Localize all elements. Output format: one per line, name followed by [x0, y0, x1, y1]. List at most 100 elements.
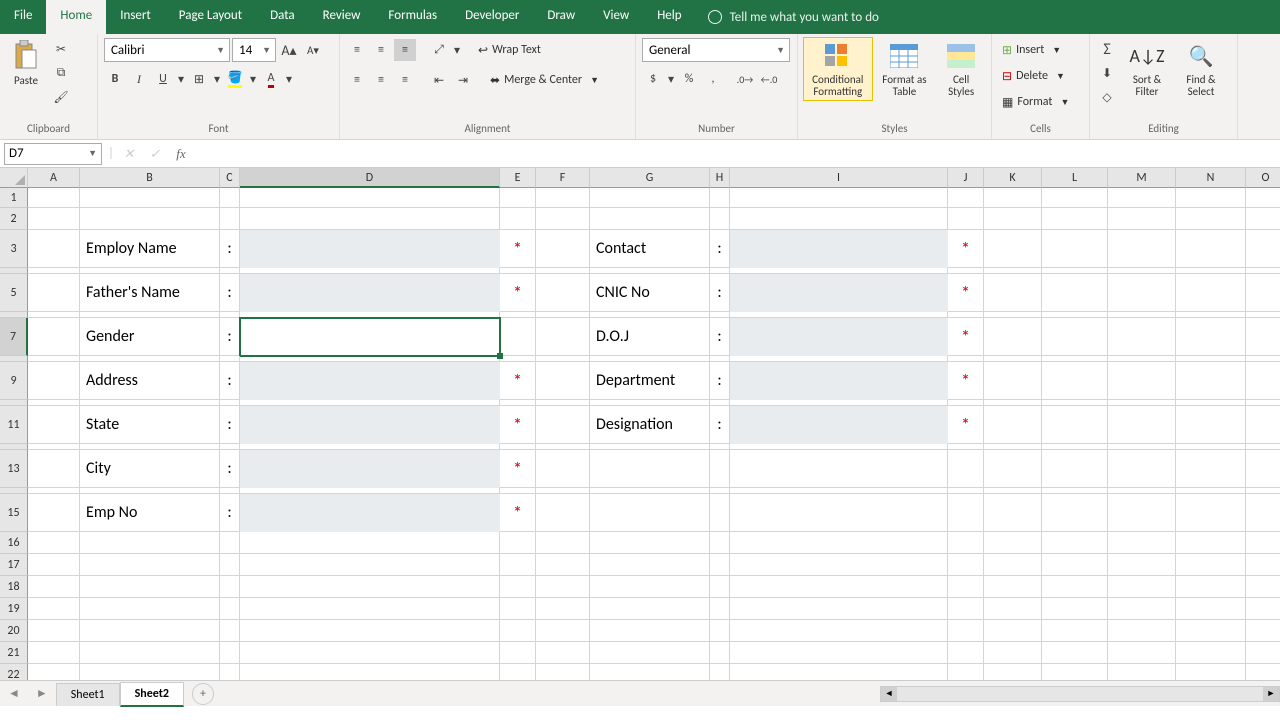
cell-L11[interactable] [1042, 406, 1108, 444]
cell-C9[interactable]: : [220, 362, 240, 400]
cell-I1[interactable] [730, 188, 948, 208]
cell-J3[interactable]: * [948, 230, 984, 268]
tab-draw[interactable]: Draw [533, 0, 589, 34]
cell-A17[interactable] [28, 554, 80, 576]
cell-F11[interactable] [536, 406, 590, 444]
cell-D11[interactable] [240, 406, 500, 444]
cell-G2[interactable] [590, 208, 710, 230]
cell-I13[interactable] [730, 450, 948, 488]
fx-button[interactable]: fx [168, 146, 194, 162]
font-color-dropdown[interactable]: ▾ [284, 68, 294, 90]
cell-K18[interactable] [984, 576, 1042, 598]
cell-B9[interactable]: Address [80, 362, 220, 400]
scroll-left-button[interactable]: ◄ [881, 687, 897, 701]
sheet-nav-next[interactable]: ► [28, 686, 56, 701]
tab-review[interactable]: Review [309, 0, 375, 34]
cell-J1[interactable] [948, 188, 984, 208]
insert-cells-button[interactable]: ⊞Insert▼ [998, 38, 1083, 62]
cell-D17[interactable] [240, 554, 500, 576]
cell-G1[interactable] [590, 188, 710, 208]
column-header-K[interactable]: K [984, 168, 1042, 188]
borders-dropdown[interactable]: ▾ [212, 68, 222, 90]
cell-F16[interactable] [536, 532, 590, 554]
cell-M13[interactable] [1108, 450, 1176, 488]
cell-C18[interactable] [220, 576, 240, 598]
align-center-button[interactable]: ≡ [370, 69, 392, 91]
cell-B18[interactable] [80, 576, 220, 598]
cell-E2[interactable] [500, 208, 536, 230]
cell-J13[interactable] [948, 450, 984, 488]
cell-J5[interactable]: * [948, 274, 984, 312]
cell-J22[interactable] [948, 664, 984, 680]
format-painter-button[interactable]: 🖌 [50, 86, 72, 108]
cell-E21[interactable] [500, 642, 536, 664]
cell-D20[interactable] [240, 620, 500, 642]
increase-indent-button[interactable]: ⇥ [452, 69, 474, 91]
cell-E17[interactable] [500, 554, 536, 576]
cell-O5[interactable] [1246, 274, 1280, 312]
cell-A19[interactable] [28, 598, 80, 620]
cell-B7[interactable]: Gender [80, 318, 220, 356]
cell-K13[interactable] [984, 450, 1042, 488]
cell-N11[interactable] [1176, 406, 1246, 444]
cell-J2[interactable] [948, 208, 984, 230]
format-as-table-button[interactable]: Format as Table [876, 38, 934, 100]
cell-I16[interactable] [730, 532, 948, 554]
cell-J9[interactable]: * [948, 362, 984, 400]
delete-cells-button[interactable]: ⊟Delete▼ [998, 64, 1083, 88]
cell-N17[interactable] [1176, 554, 1246, 576]
comma-button[interactable]: , [702, 68, 724, 90]
font-name-combo[interactable]: Calibri▼ [104, 38, 230, 62]
cell-H5[interactable]: : [710, 274, 730, 312]
cell-N3[interactable] [1176, 230, 1246, 268]
cell-G21[interactable] [590, 642, 710, 664]
cell-M22[interactable] [1108, 664, 1176, 680]
column-header-A[interactable]: A [28, 168, 80, 188]
cell-H9[interactable]: : [710, 362, 730, 400]
select-all-button[interactable] [0, 168, 28, 188]
cell-A15[interactable] [28, 494, 80, 532]
row-header-13[interactable]: 13 [0, 450, 28, 488]
name-box[interactable]: D7▼ [4, 143, 102, 165]
cell-E7[interactable] [500, 318, 536, 356]
cell-N16[interactable] [1176, 532, 1246, 554]
cell-A1[interactable] [28, 188, 80, 208]
cell-F15[interactable] [536, 494, 590, 532]
cell-O7[interactable] [1246, 318, 1280, 356]
cell-N18[interactable] [1176, 576, 1246, 598]
cell-L19[interactable] [1042, 598, 1108, 620]
cell-D7[interactable] [240, 318, 500, 356]
cell-L18[interactable] [1042, 576, 1108, 598]
cell-O19[interactable] [1246, 598, 1280, 620]
cell-H19[interactable] [710, 598, 730, 620]
tell-me-search[interactable]: Tell me what you want to do [696, 0, 891, 34]
cell-K20[interactable] [984, 620, 1042, 642]
cell-I20[interactable] [730, 620, 948, 642]
formula-input[interactable] [194, 143, 1280, 165]
cell-O1[interactable] [1246, 188, 1280, 208]
sort-filter-button[interactable]: A↓Z Sort & Filter [1122, 38, 1172, 100]
cell-J18[interactable] [948, 576, 984, 598]
borders-button[interactable]: ⊞ [188, 68, 210, 90]
sheet-tab-sheet2[interactable]: Sheet2 [120, 682, 184, 707]
cell-E18[interactable] [500, 576, 536, 598]
cell-J19[interactable] [948, 598, 984, 620]
cell-O3[interactable] [1246, 230, 1280, 268]
cell-D18[interactable] [240, 576, 500, 598]
cell-G22[interactable] [590, 664, 710, 680]
cell-K1[interactable] [984, 188, 1042, 208]
cell-O15[interactable] [1246, 494, 1280, 532]
cell-L7[interactable] [1042, 318, 1108, 356]
cell-H16[interactable] [710, 532, 730, 554]
cell-K21[interactable] [984, 642, 1042, 664]
cell-N21[interactable] [1176, 642, 1246, 664]
column-header-C[interactable]: C [220, 168, 240, 188]
cell-B16[interactable] [80, 532, 220, 554]
cell-B21[interactable] [80, 642, 220, 664]
scroll-right-button[interactable]: ► [1263, 687, 1279, 701]
cell-B1[interactable] [80, 188, 220, 208]
spreadsheet-grid[interactable]: ABCDEFGHIJKLMNO 123579111315161718192021… [0, 168, 1280, 680]
column-header-O[interactable]: O [1246, 168, 1280, 188]
row-header-17[interactable]: 17 [0, 554, 28, 576]
cell-C1[interactable] [220, 188, 240, 208]
